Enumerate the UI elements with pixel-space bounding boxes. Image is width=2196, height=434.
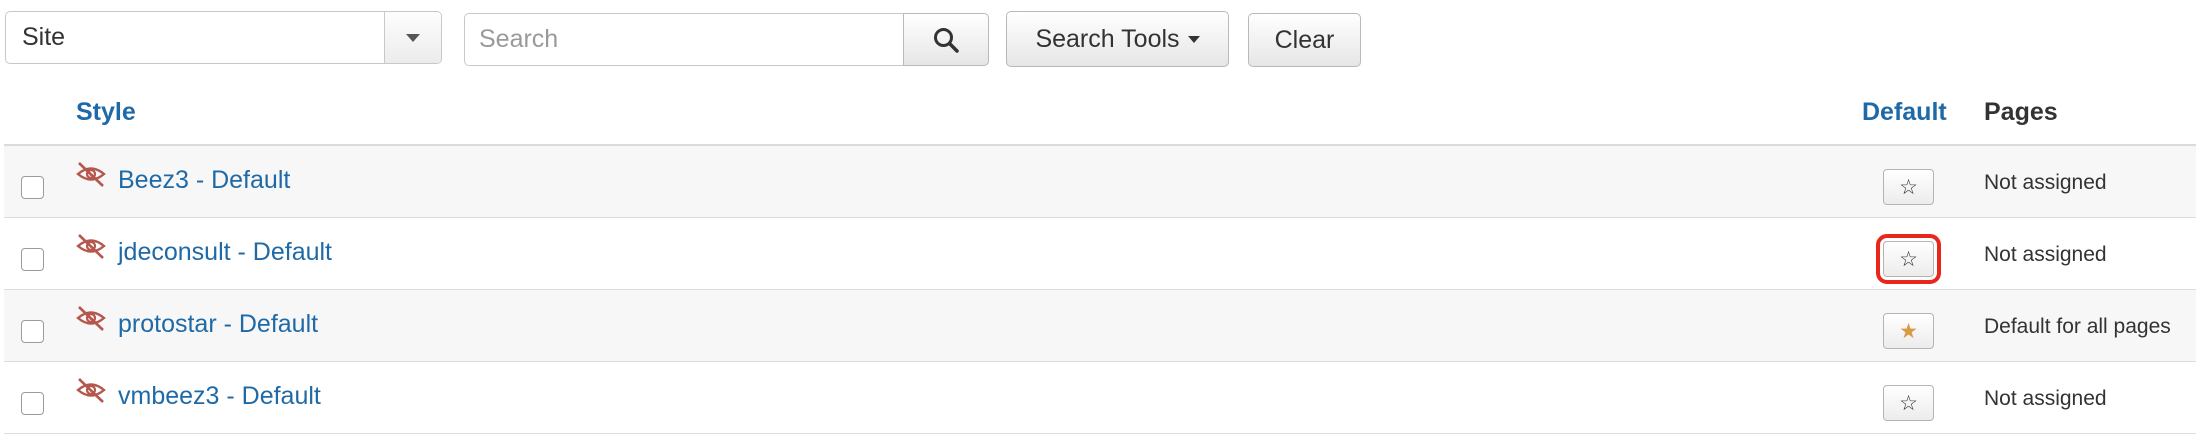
star-outline-icon: ☆ <box>1899 247 1918 271</box>
table-header: Style Default Pages <box>4 80 2196 146</box>
row-checkbox[interactable] <box>21 320 44 343</box>
row-checkbox[interactable] <box>21 176 44 199</box>
star-outline-icon: ☆ <box>1899 391 1918 415</box>
style-link[interactable]: jdeconsult - Default <box>118 238 332 267</box>
client-select[interactable]: Site <box>5 11 442 64</box>
client-select-value: Site <box>22 23 66 51</box>
table-row: jdeconsult - Default ☆ Not assigned <box>4 218 2196 290</box>
eye-slash-icon <box>76 162 106 187</box>
pages-assignment: Not assigned <box>1984 243 2107 266</box>
pages-assignment: Not assigned <box>1984 387 2107 410</box>
pages-assignment: Not assigned <box>1984 171 2107 194</box>
table-body: Beez3 - Default ☆ Not assigned jdeconsul… <box>4 146 2196 434</box>
caret-down-icon <box>406 33 420 42</box>
set-default-button[interactable]: ☆ <box>1883 169 1934 205</box>
default-style-button[interactable]: ★ <box>1883 313 1934 349</box>
row-checkbox[interactable] <box>21 392 44 415</box>
search-input[interactable] <box>464 13 904 66</box>
clear-label: Clear <box>1274 25 1335 54</box>
row-checkbox[interactable] <box>21 248 44 271</box>
eye-slash-icon <box>76 378 106 403</box>
column-header-style[interactable]: Style <box>76 98 136 127</box>
table-row: protostar - Default ★ Default for all pa… <box>4 290 2196 362</box>
table-row: Beez3 - Default ☆ Not assigned <box>4 146 2196 218</box>
search-icon <box>934 27 959 53</box>
styles-table: Style Default Pages Beez3 - Default ☆ No… <box>4 80 2196 434</box>
star-filled-icon: ★ <box>1899 319 1918 343</box>
eye-slash-icon <box>76 306 106 331</box>
clear-button[interactable]: Clear <box>1248 13 1361 67</box>
pages-assignment: Default for all pages <box>1984 315 2171 338</box>
column-header-pages: Pages <box>1984 98 2058 126</box>
column-header-default[interactable]: Default <box>1862 98 1947 127</box>
search-tools-button[interactable]: Search Tools <box>1006 11 1229 67</box>
search-tools-label: Search Tools <box>1035 24 1180 53</box>
set-default-button[interactable]: ☆ <box>1876 234 1941 284</box>
star-outline-icon: ☆ <box>1899 175 1918 199</box>
style-link[interactable]: Beez3 - Default <box>118 166 290 195</box>
search-button[interactable] <box>903 13 989 66</box>
table-row: vmbeez3 - Default ☆ Not assigned <box>4 362 2196 434</box>
set-default-button[interactable]: ☆ <box>1883 385 1934 421</box>
filter-toolbar: Site Search Tools Clear <box>0 0 2196 80</box>
client-select-toggle[interactable] <box>384 12 441 63</box>
caret-down-icon <box>1187 35 1200 43</box>
style-link[interactable]: protostar - Default <box>118 310 318 339</box>
style-link[interactable]: vmbeez3 - Default <box>118 382 321 411</box>
eye-slash-icon <box>76 234 106 259</box>
